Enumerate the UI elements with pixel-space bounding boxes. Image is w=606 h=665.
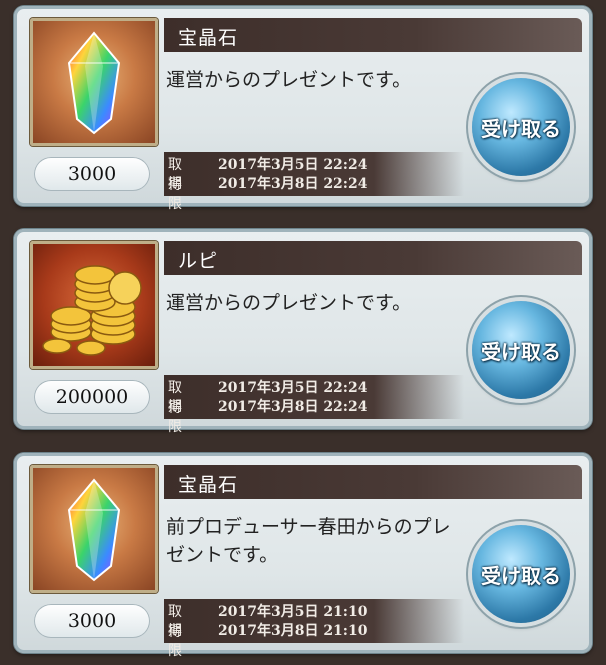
item-name: ルピ <box>178 250 219 272</box>
item-thumbnail <box>30 465 158 593</box>
present-description: 前プロデューサー春田からのプレゼントです。 <box>166 516 451 566</box>
receive-button[interactable]: 受け取る <box>472 301 570 399</box>
expires-label: 期限 <box>168 623 182 659</box>
receive-label: 受け取る <box>481 117 561 141</box>
item-quantity: 3000 <box>34 157 150 191</box>
present-card: 宝晶石 運営からのプレゼントです。 3000 取得 2017年3月5日 22:2… <box>14 6 592 212</box>
receive-button[interactable]: 受け取る <box>472 525 570 623</box>
expires-label: 期限 <box>168 176 182 212</box>
item-name: 宝晶石 <box>178 474 239 496</box>
expires-label: 期限 <box>168 399 182 435</box>
present-description: 運営からのプレゼントです。 <box>166 292 412 314</box>
title-bar: 宝晶石 <box>164 465 582 499</box>
item-thumbnail <box>30 241 158 369</box>
coin-stack-icon <box>42 265 142 356</box>
expires-date: 2017年3月8日 22:24 <box>218 176 368 192</box>
date-info: 取得 2017年3月5日 21:10 期限 2017年3月8日 21:10 <box>164 599 464 659</box>
gem-icon <box>67 478 121 582</box>
present-card: 宝晶石 前プロデューサー春田からのプレゼントです。 3000 取得 2017年3… <box>14 453 592 659</box>
expires-date: 2017年3月8日 21:10 <box>218 623 368 639</box>
present-description: 運営からのプレゼントです。 <box>166 69 412 91</box>
gem-icon <box>67 31 121 135</box>
obtained-date: 2017年3月5日 22:24 <box>218 380 368 396</box>
obtained-date: 2017年3月5日 21:10 <box>218 604 368 620</box>
receive-label: 受け取る <box>481 564 561 588</box>
date-info: 取得 2017年3月5日 22:24 期限 2017年3月8日 22:24 <box>164 152 464 212</box>
item-name: 宝晶石 <box>178 27 239 49</box>
title-bar: ルピ <box>164 241 582 275</box>
item-quantity: 200000 <box>34 380 150 414</box>
present-list: 宝晶石 運営からのプレゼントです。 3000 取得 2017年3月5日 22:2… <box>0 0 606 665</box>
title-bar: 宝晶石 <box>164 18 582 52</box>
receive-label: 受け取る <box>481 340 561 364</box>
item-quantity: 3000 <box>34 604 150 638</box>
date-info: 取得 2017年3月5日 22:24 期限 2017年3月8日 22:24 <box>164 375 464 435</box>
item-thumbnail <box>30 18 158 146</box>
obtained-date: 2017年3月5日 22:24 <box>218 157 368 173</box>
expires-date: 2017年3月8日 22:24 <box>218 399 368 415</box>
present-card: ルピ 運営からのプレゼントです。 200000 取得 2017年3月5日 22:… <box>14 229 592 435</box>
receive-button[interactable]: 受け取る <box>472 78 570 176</box>
